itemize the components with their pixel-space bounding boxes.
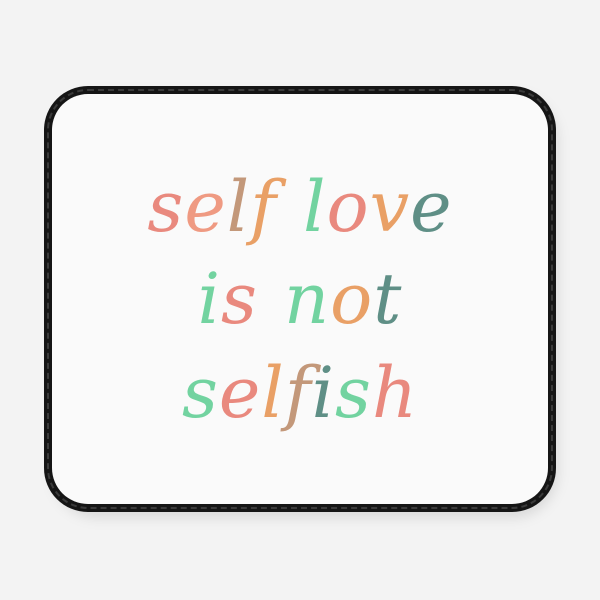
slogan-letter: f <box>284 352 312 434</box>
slogan-letter: h <box>371 352 419 434</box>
slogan-letter: l <box>226 166 251 248</box>
product-scene: self love is not selfish <box>0 0 600 600</box>
slogan-letter: e <box>184 166 227 248</box>
slogan-letter: i <box>197 258 222 340</box>
slogan-letter: e <box>218 352 262 434</box>
mouse-pad: self love is not selfish <box>44 86 556 512</box>
slogan-letter: f <box>250 166 278 248</box>
slogan-line-3: selfish <box>52 358 548 428</box>
slogan-letter: l <box>303 166 327 248</box>
slogan-line-2: is not <box>52 264 548 334</box>
slogan-letter: o <box>330 258 374 340</box>
slogan-letter: n <box>283 258 331 340</box>
slogan-letter: s <box>221 258 258 340</box>
slogan-letter: l <box>261 352 285 434</box>
mouse-pad-surface: self love is not selfish <box>52 94 548 504</box>
slogan-letter: e <box>410 166 453 248</box>
slogan-letter: v <box>369 166 411 248</box>
slogan-letter: s <box>181 352 219 434</box>
slogan-letter: s <box>147 166 185 248</box>
slogan-letter: t <box>373 258 403 340</box>
slogan-letter: i <box>311 352 336 434</box>
slogan-letter: s <box>335 352 372 434</box>
slogan-letter: o <box>326 166 370 248</box>
slogan-line-1: self love <box>52 172 548 242</box>
